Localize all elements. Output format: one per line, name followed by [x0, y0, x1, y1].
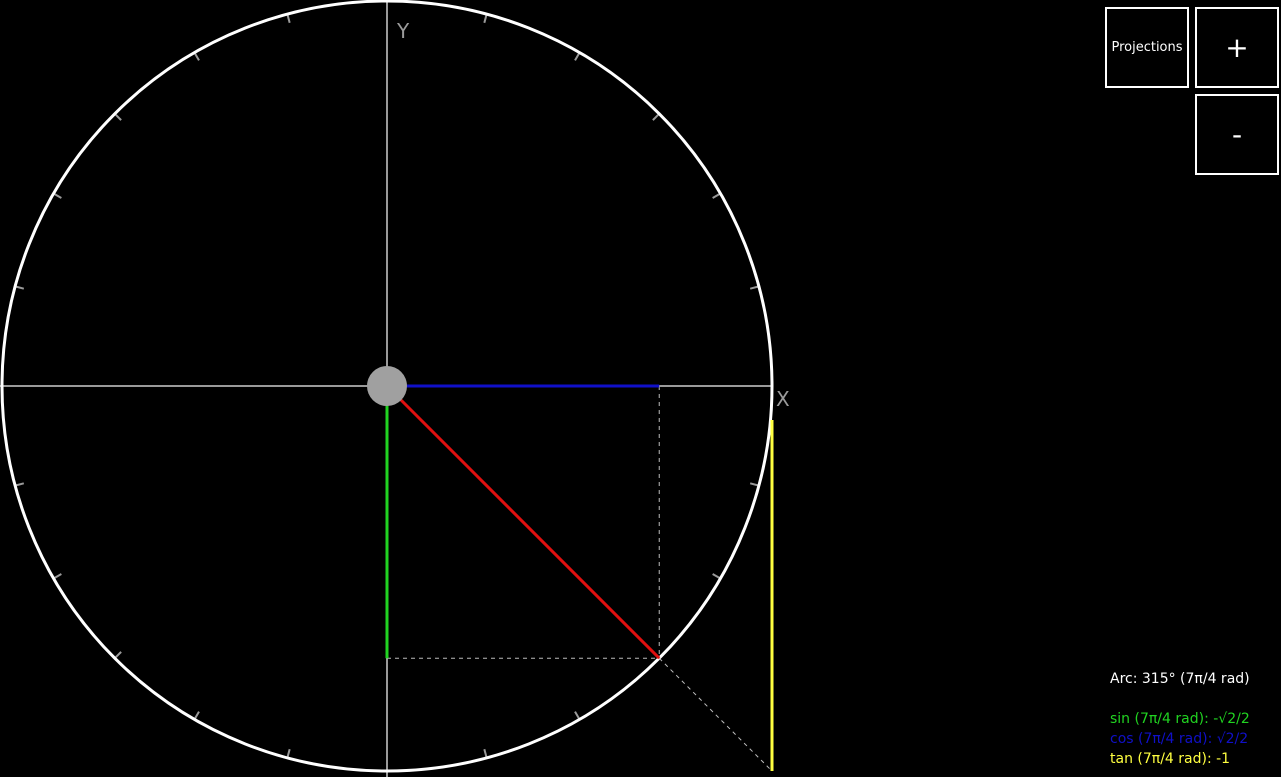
tan-readout: tan (7π/4 rad): -1: [1110, 751, 1231, 767]
center-handle[interactable]: [367, 366, 407, 406]
x-axis-label: X: [776, 387, 790, 411]
circle-tick: [574, 711, 580, 720]
zoom-in-button[interactable]: +: [1195, 7, 1279, 88]
y-axis-label: Y: [396, 19, 410, 43]
circle-tick: [15, 482, 25, 487]
circle-tick: [53, 193, 62, 199]
circle-tick: [749, 482, 759, 487]
circle-tick: [114, 651, 122, 659]
tangent-extension-dashed-line: [658, 657, 773, 772]
circle-tick: [286, 14, 291, 24]
circle-tick: [53, 573, 62, 579]
circle-tick: [194, 52, 200, 61]
circle-tick: [749, 285, 759, 290]
circle-tick: [652, 113, 660, 121]
circle-tick: [483, 748, 488, 758]
circle-tick: [15, 285, 25, 290]
radius-line[interactable]: [385, 384, 661, 660]
arc-readout: Arc: 315° (7π/4 rad): [1110, 671, 1250, 687]
circle-tick: [286, 748, 291, 758]
projections-button[interactable]: Projections: [1105, 7, 1189, 88]
unit-circle-canvas[interactable]: X Y: [0, 0, 1281, 777]
circle-tick: [574, 52, 580, 61]
circle-tick: [114, 113, 122, 121]
sin-readout: sin (7π/4 rad): -√2/2: [1110, 711, 1250, 727]
cos-readout: cos (7π/4 rad): √2/2: [1110, 731, 1249, 747]
circle-tick: [194, 711, 200, 720]
circle-tick: [712, 573, 721, 579]
circle-tick: [483, 14, 488, 24]
circle-tick: [712, 193, 721, 199]
zoom-out-button[interactable]: -: [1195, 94, 1279, 175]
